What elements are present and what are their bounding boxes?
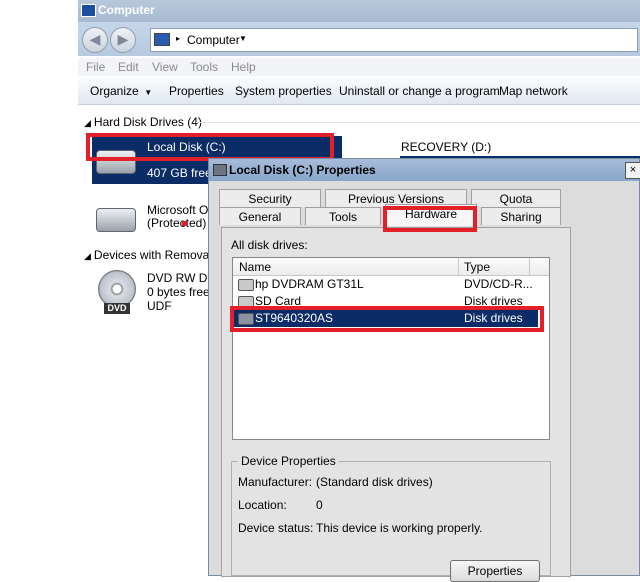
location-label: Location:: [238, 498, 287, 512]
title-bar: Computer: [78, 0, 640, 22]
system-properties-button[interactable]: System properties: [235, 84, 332, 98]
tab-general[interactable]: General: [219, 207, 301, 225]
drive-row-dvd[interactable]: hp DVDRAM GT31L DVD/CD-R...: [234, 276, 548, 293]
manufacturer-value: (Standard disk drives): [316, 475, 433, 489]
organize-button[interactable]: Organize ▼: [90, 84, 152, 98]
column-separator: [458, 258, 459, 275]
collapse-arrow-icon: ◢: [84, 251, 91, 261]
chevron-down-icon: ▼: [142, 88, 153, 97]
drive-ms-name[interactable]: Microsoft Of: [147, 203, 212, 217]
disk-drives-list[interactable]: Name Type hp DVDRAM GT31L DVD/CD-R... SD…: [232, 257, 550, 440]
collapse-arrow-icon: ◢: [84, 118, 91, 128]
hard-disk-icon: [96, 208, 136, 232]
dialog-title-bar: Local Disk (C:) Properties ×: [209, 159, 640, 181]
drive-row-name: hp DVDRAM GT31L: [255, 277, 364, 291]
device-status-label: Device status:: [238, 521, 314, 535]
group-header-hdd[interactable]: ◢ Hard Disk Drives (4): [84, 115, 202, 129]
highlight-box-hardware-tab: [383, 206, 477, 232]
list-header: Name Type: [233, 258, 549, 276]
device-properties-legend: Device Properties: [238, 454, 339, 468]
group-removable-label: Devices with Removable: [93, 248, 226, 262]
window-title: Computer: [98, 3, 155, 17]
dvd-fs: UDF: [147, 299, 172, 313]
device-status-value: This device is working properly.: [316, 521, 483, 535]
drive-icon: [213, 164, 227, 176]
group-header-removable[interactable]: ◢ Devices with Removable: [84, 248, 225, 262]
drive-c-free: 407 GB free: [147, 166, 212, 180]
column-type-header[interactable]: Type: [464, 260, 490, 274]
dvd-badge: DVD: [104, 303, 130, 314]
breadcrumb-arrow-icon[interactable]: ▸: [176, 34, 180, 43]
forward-button[interactable]: ▶: [110, 27, 136, 53]
back-button[interactable]: ◀: [82, 27, 108, 53]
all-disk-drives-label: All disk drives:: [231, 238, 308, 252]
menu-file[interactable]: File: [86, 60, 105, 74]
tab-security[interactable]: Security: [219, 189, 321, 207]
drive-row-type: DVD/CD-R...: [464, 277, 533, 291]
highlight-box-local-disk: [86, 133, 334, 161]
computer-icon: [81, 4, 96, 17]
column-separator: [529, 258, 530, 275]
highlight-box-selected-drive: [230, 306, 544, 332]
red-dot: [182, 221, 187, 226]
uninstall-program-button[interactable]: Uninstall or change a program: [339, 84, 500, 98]
organize-label: Organize: [90, 84, 139, 98]
dialog-title: Local Disk (C:) Properties: [229, 163, 376, 177]
tab-sharing[interactable]: Sharing: [481, 207, 561, 225]
group-hdd-label: Hard Disk Drives (4): [93, 115, 202, 129]
menu-bar: File Edit View Tools Help: [78, 58, 640, 76]
command-bar: Organize ▼ Properties System properties …: [78, 78, 640, 105]
chevron-down-icon[interactable]: ▼: [239, 34, 247, 43]
address-bar[interactable]: ▸ Computer ▼: [150, 28, 638, 52]
location-value: 0: [316, 498, 323, 512]
drive-ms-status: (Protected): [147, 216, 207, 230]
computer-icon: [154, 33, 170, 46]
menu-tools[interactable]: Tools: [190, 60, 218, 74]
dvd-drive-icon: [238, 279, 254, 291]
group-divider: [196, 122, 640, 123]
address-row: ◀ ▶ ▸ Computer ▼: [78, 22, 640, 56]
drive-d-name[interactable]: RECOVERY (D:): [401, 140, 491, 154]
close-button[interactable]: ×: [625, 162, 640, 179]
menu-edit[interactable]: Edit: [118, 60, 139, 74]
properties-button[interactable]: Properties: [450, 560, 540, 582]
properties-button[interactable]: Properties: [169, 84, 224, 98]
menu-help[interactable]: Help: [231, 60, 256, 74]
menu-view[interactable]: View: [152, 60, 178, 74]
tab-tools[interactable]: Tools: [305, 207, 381, 225]
manufacturer-label: Manufacturer:: [238, 475, 313, 489]
breadcrumb-computer[interactable]: Computer: [187, 33, 240, 47]
column-name-header[interactable]: Name: [239, 260, 271, 274]
tab-quota[interactable]: Quota: [471, 189, 561, 207]
dvd-free: 0 bytes free: [147, 285, 210, 299]
map-network-button[interactable]: Map network: [499, 84, 568, 98]
